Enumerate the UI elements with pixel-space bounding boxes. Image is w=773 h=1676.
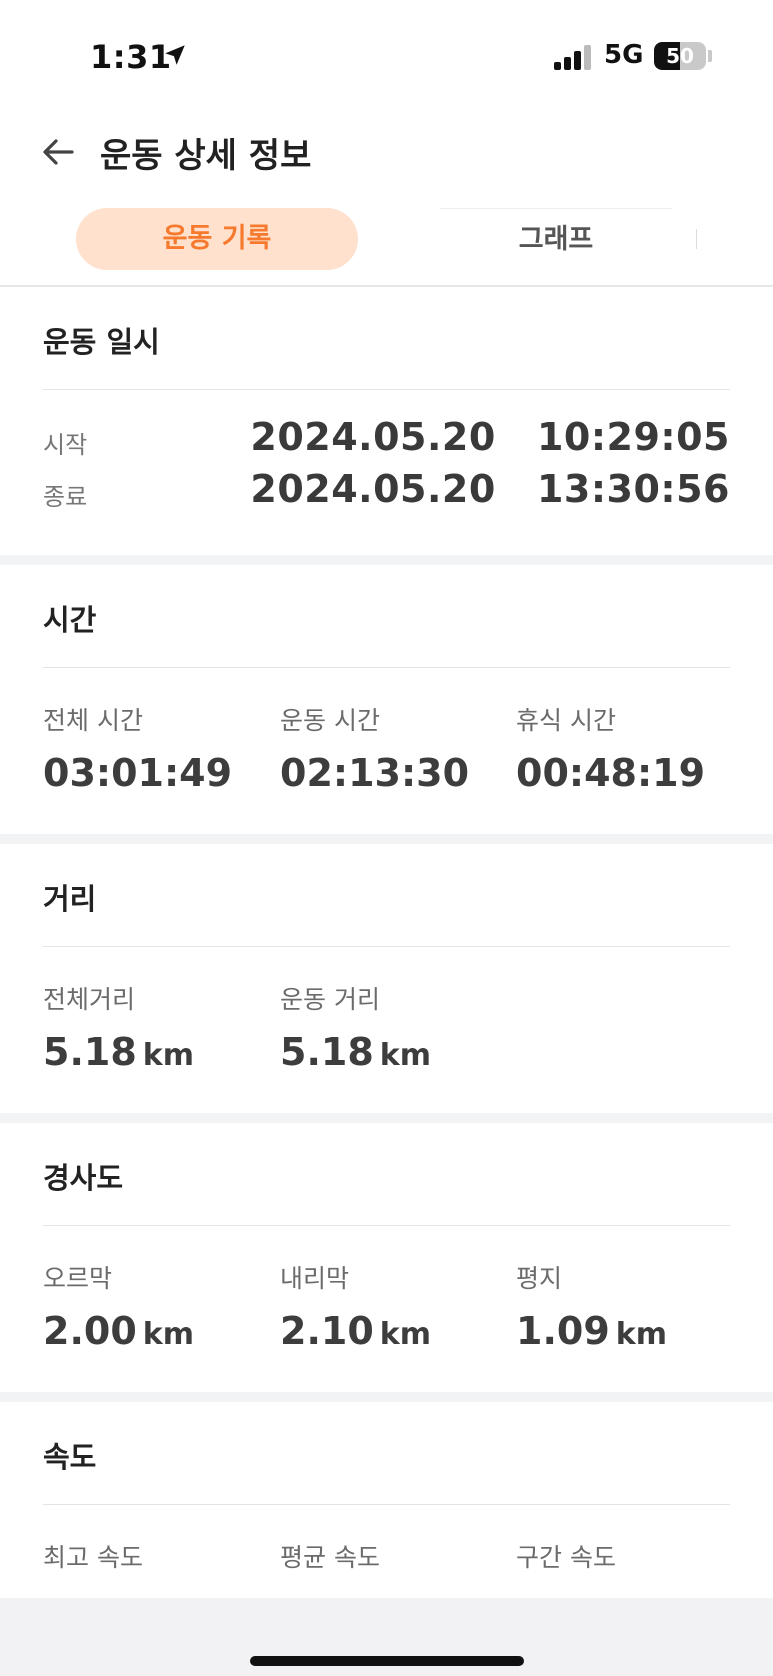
section-gap bbox=[0, 1113, 773, 1123]
stat-total-distance: 전체거리 5.18 km bbox=[43, 980, 273, 1074]
section-title: 거리 bbox=[43, 882, 97, 916]
stat-value: 1.09 km bbox=[516, 1309, 746, 1353]
stat-label: 최고 속도 bbox=[43, 1543, 143, 1572]
tab-workout-record[interactable]: 운동 기록 bbox=[76, 208, 358, 270]
tab-graph[interactable]: 그래프 bbox=[440, 208, 672, 270]
battery-level: 50 bbox=[666, 44, 694, 68]
value-number: 1.09 bbox=[516, 1309, 610, 1353]
end-label: 종료 bbox=[43, 483, 88, 511]
section-slope: 경사도 오르막 2.00 km 내리막 2.10 km 평지 1.09 km bbox=[0, 1123, 773, 1392]
stat-total-time: 전체 시간 03:01:49 bbox=[43, 701, 273, 795]
content-scroll[interactable]: 운동 일시 시작 2024.05.20 10:29:05 종료 2024.05.… bbox=[0, 287, 773, 1598]
section-title: 속도 bbox=[43, 1440, 97, 1474]
section-title: 시간 bbox=[43, 603, 97, 637]
tab-bar: 운동 기록 그래프 bbox=[0, 205, 773, 287]
stat-label: 평지 bbox=[516, 1264, 563, 1293]
divider bbox=[43, 1504, 730, 1505]
value-unit: km bbox=[142, 1317, 194, 1352]
section-title: 운동 일시 bbox=[43, 325, 160, 359]
section-distance: 거리 전체거리 5.18 km 운동 거리 5.18 km bbox=[0, 844, 773, 1113]
value-number: 5.18 bbox=[43, 1030, 137, 1074]
stat-value: 5.18 km bbox=[280, 1030, 510, 1074]
stat-avg-speed: 평균 속도 bbox=[280, 1538, 510, 1574]
section-title: 경사도 bbox=[43, 1161, 124, 1195]
home-indicator[interactable] bbox=[250, 1656, 524, 1666]
value-unit: km bbox=[142, 1038, 194, 1073]
tab-separator bbox=[696, 229, 697, 249]
section-datetime: 운동 일시 시작 2024.05.20 10:29:05 종료 2024.05.… bbox=[0, 287, 773, 555]
value-number: 5.18 bbox=[280, 1030, 374, 1074]
stat-workout-distance: 운동 거리 5.18 km bbox=[280, 980, 510, 1074]
value-unit: km bbox=[379, 1038, 431, 1073]
stat-value: 2.10 km bbox=[280, 1309, 510, 1353]
start-label: 시작 bbox=[43, 431, 88, 459]
section-time: 시간 전체 시간 03:01:49 운동 시간 02:13:30 휴식 시간 0… bbox=[0, 565, 773, 834]
stat-value: 5.18 km bbox=[43, 1030, 273, 1074]
stat-label: 전체거리 bbox=[43, 985, 136, 1014]
divider bbox=[43, 1225, 730, 1226]
status-bar: 1:31 5G 50 bbox=[0, 0, 773, 110]
divider bbox=[43, 946, 730, 947]
stat-max-speed: 최고 속도 bbox=[43, 1538, 273, 1574]
location-arrow-icon bbox=[165, 45, 185, 65]
end-value: 2024.05.20 13:30:56 bbox=[250, 467, 730, 511]
stat-label: 내리막 bbox=[280, 1264, 350, 1293]
stat-value: 00:48:19 bbox=[516, 751, 706, 795]
status-time: 1:31 bbox=[90, 38, 172, 76]
stat-value: 03:01:49 bbox=[43, 751, 233, 795]
section-speed: 속도 최고 속도 평균 속도 구간 속도 bbox=[0, 1402, 773, 1598]
stat-flat: 평지 1.09 km bbox=[516, 1259, 746, 1353]
section-gap bbox=[0, 834, 773, 844]
value-unit: km bbox=[379, 1317, 431, 1352]
section-gap bbox=[0, 1392, 773, 1402]
value-number: 2.10 bbox=[280, 1309, 374, 1353]
value-number: 2.00 bbox=[43, 1309, 137, 1353]
stat-label: 전체 시간 bbox=[43, 706, 143, 735]
network-label: 5G bbox=[604, 40, 644, 70]
stat-label: 휴식 시간 bbox=[516, 706, 616, 735]
stat-value: 2.00 km bbox=[43, 1309, 273, 1353]
stat-uphill: 오르막 2.00 km bbox=[43, 1259, 273, 1353]
stat-rest-time: 휴식 시간 00:48:19 bbox=[516, 701, 746, 795]
stat-segment-speed: 구간 속도 bbox=[516, 1538, 746, 1574]
stat-label: 구간 속도 bbox=[516, 1543, 616, 1572]
stat-label: 운동 거리 bbox=[280, 985, 380, 1014]
battery-cap bbox=[708, 50, 712, 62]
divider bbox=[43, 389, 730, 390]
page-title: 운동 상세 정보 bbox=[100, 136, 312, 176]
stat-label: 운동 시간 bbox=[280, 706, 380, 735]
signal-icon bbox=[554, 44, 594, 70]
stat-value: 02:13:30 bbox=[280, 751, 470, 795]
home-indicator-area bbox=[0, 1598, 773, 1676]
stat-label: 오르막 bbox=[43, 1264, 113, 1293]
arrow-left-icon[interactable] bbox=[38, 132, 78, 172]
stat-workout-time: 운동 시간 02:13:30 bbox=[280, 701, 510, 795]
start-row: 시작 2024.05.20 10:29:05 bbox=[43, 415, 730, 465]
start-value: 2024.05.20 10:29:05 bbox=[250, 415, 730, 459]
battery-icon: 50 bbox=[654, 42, 706, 70]
stat-downhill: 내리막 2.10 km bbox=[280, 1259, 510, 1353]
section-gap bbox=[0, 555, 773, 565]
divider bbox=[43, 667, 730, 668]
header: 운동 상세 정보 bbox=[0, 110, 773, 200]
value-unit: km bbox=[615, 1317, 667, 1352]
stat-label: 평균 속도 bbox=[280, 1543, 380, 1572]
end-row: 종료 2024.05.20 13:30:56 bbox=[43, 467, 730, 517]
